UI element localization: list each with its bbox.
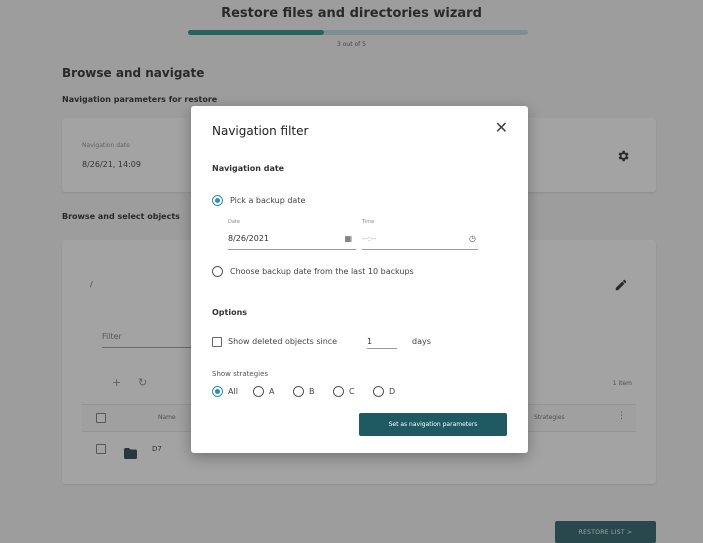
strategy-label-c[interactable]: C (349, 387, 355, 396)
time-placeholder: --:-- (362, 234, 377, 243)
navigation-filter-dialog: Navigation filter ✕ Navigation date Pick… (191, 106, 528, 453)
date-field-label: Date (228, 219, 240, 225)
radio-pick-date[interactable] (212, 195, 223, 206)
strategy-radio-all[interactable] (212, 386, 223, 397)
radio-pick-date-label[interactable]: Pick a backup date (230, 196, 305, 205)
dialog-title: Navigation filter (212, 124, 309, 138)
strategies-label: Show strategies (212, 370, 269, 378)
show-deleted-checkbox[interactable] (212, 337, 222, 347)
strategy-radio-d[interactable] (373, 386, 384, 397)
strategy-label-a[interactable]: A (269, 387, 274, 396)
close-icon[interactable]: ✕ (495, 120, 508, 136)
date-value: 8/26/2021 (228, 234, 270, 243)
strategy-radio-c[interactable] (333, 386, 344, 397)
nav-date-section-title: Navigation date (212, 164, 285, 173)
date-field[interactable]: 8/26/2021 ▦ (228, 232, 356, 250)
strategy-label-b[interactable]: B (309, 387, 315, 396)
clock-icon[interactable]: ◷ (469, 234, 476, 243)
time-field-label: Time (362, 219, 375, 225)
strategy-label-all[interactable]: All (228, 387, 238, 396)
radio-last-backups-label[interactable]: Choose backup date from the last 10 back… (230, 267, 414, 276)
days-suffix: days (412, 337, 431, 346)
show-deleted-label[interactable]: Show deleted objects since (228, 337, 337, 346)
strategy-radio-b[interactable] (293, 386, 304, 397)
strategy-label-d[interactable]: D (389, 387, 395, 396)
strategy-radio-a[interactable] (253, 386, 264, 397)
options-section-title: Options (212, 308, 248, 317)
time-field[interactable]: --:-- ◷ (362, 232, 478, 250)
set-navigation-parameters-button[interactable]: Set as navigation parameters (359, 413, 507, 436)
days-input[interactable] (367, 335, 397, 349)
radio-last-backups[interactable] (212, 266, 223, 277)
calendar-icon[interactable]: ▦ (344, 234, 352, 243)
